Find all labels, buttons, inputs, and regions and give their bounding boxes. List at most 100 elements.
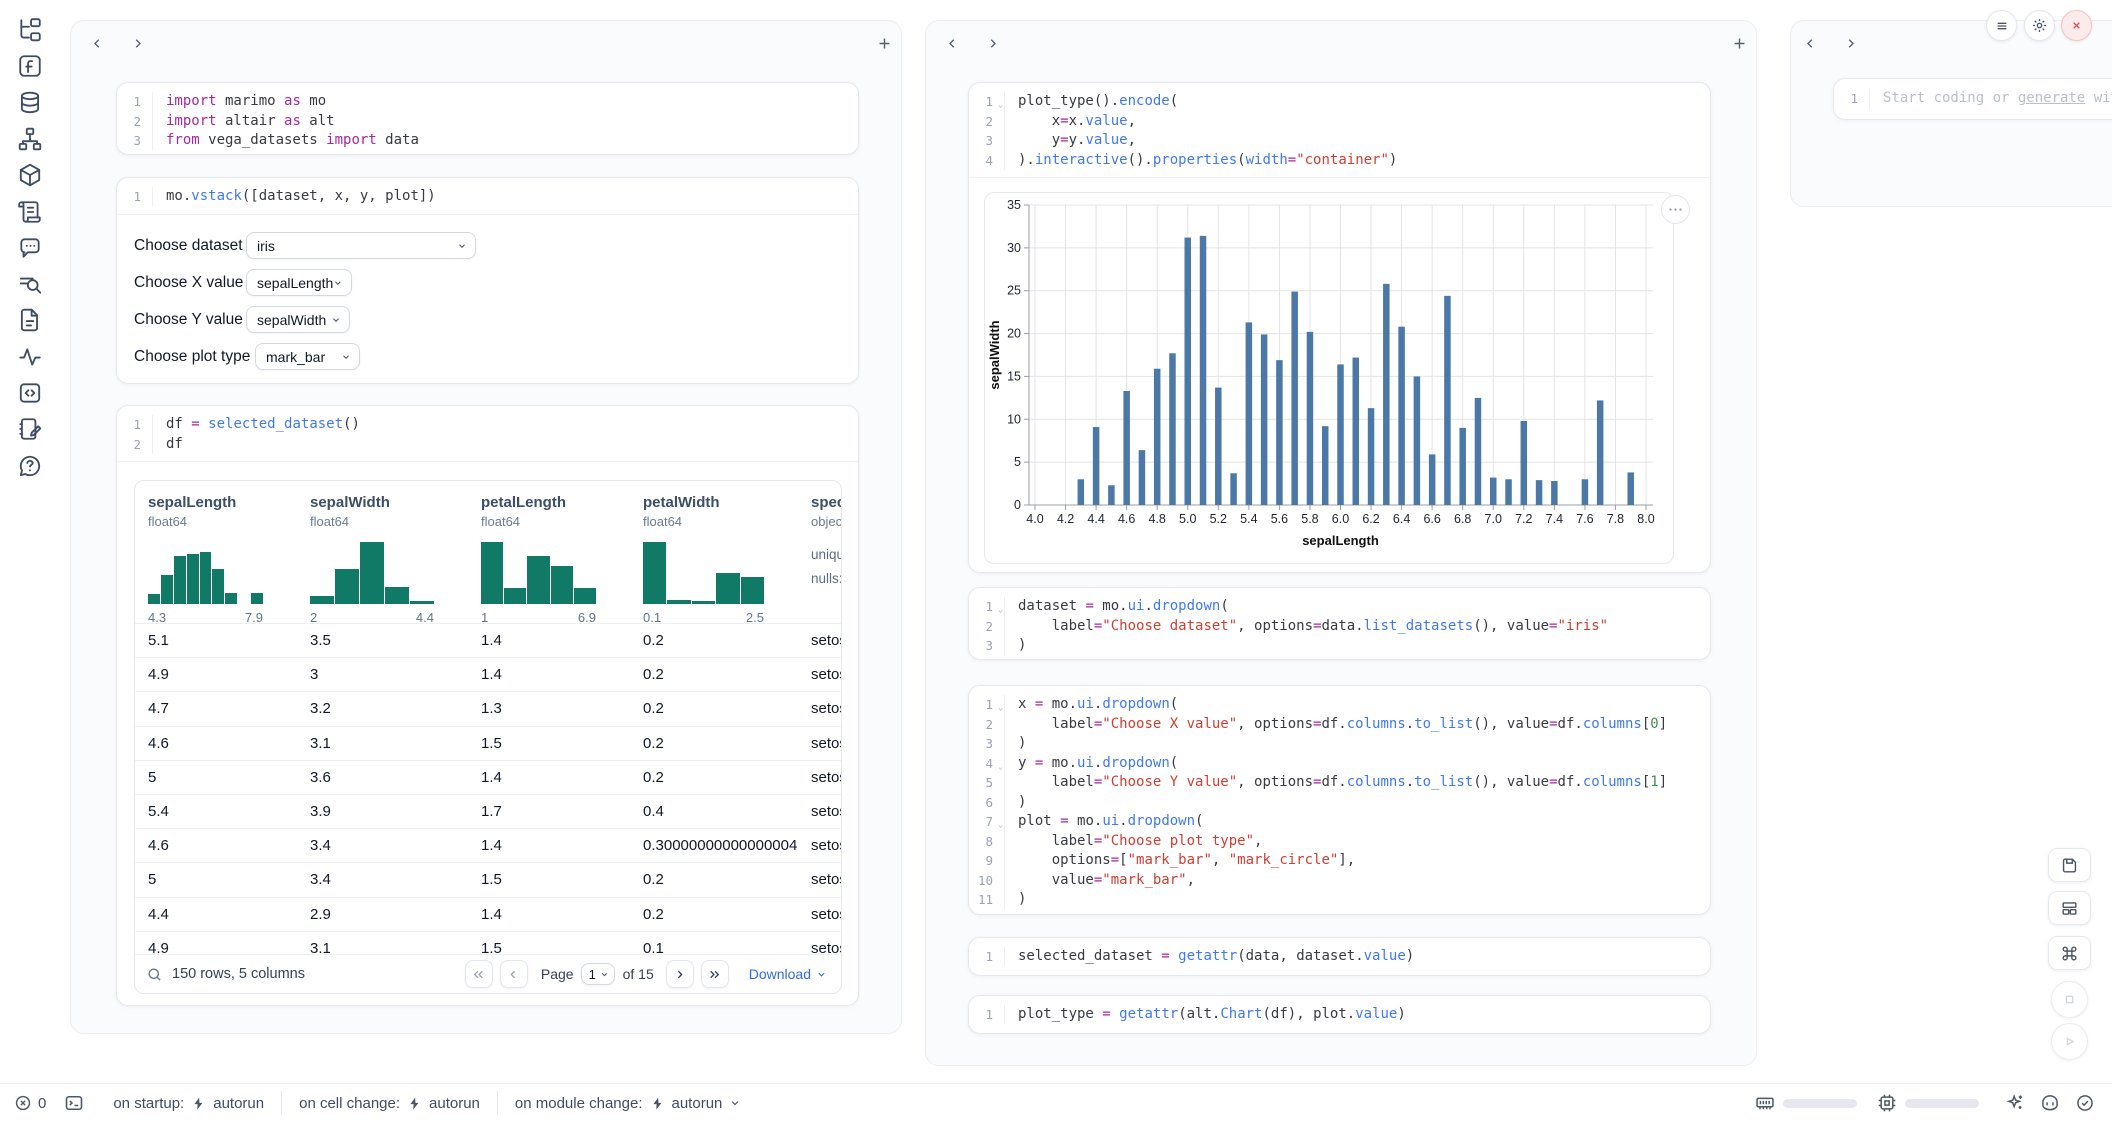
sidebar-item-scratchpad[interactable] — [17, 416, 43, 442]
code-line[interactable]: 11) — [969, 890, 1710, 910]
column1-add-cell-button[interactable] — [876, 35, 893, 52]
code-line[interactable]: 1selected_dataset = getattr(data, datase… — [969, 947, 1710, 967]
dropdown-select[interactable]: sepalLength — [246, 269, 352, 296]
code-line[interactable]: 4⌄y = mo.ui.dropdown( — [969, 754, 1710, 774]
cell-dataset-dropdown[interactable]: 1⌄dataset = mo.ui.dropdown(2 label="Choo… — [968, 587, 1711, 660]
ai-assistant-button[interactable] — [2005, 1093, 2025, 1113]
code-line[interactable]: 2df — [117, 435, 858, 455]
sidebar-item-documentation[interactable] — [17, 307, 43, 333]
table-row[interactable]: 4.931.40.2setosa — [135, 657, 841, 691]
table-row[interactable]: 4.73.21.30.2setosa — [135, 691, 841, 725]
cell-selected-dataset[interactable]: 1selected_dataset = getattr(data, datase… — [968, 937, 1711, 976]
sidebar-item-dependency-graph[interactable] — [17, 126, 43, 152]
column-name[interactable]: petalLength — [481, 481, 630, 511]
code-editor[interactable]: 1⌄dataset = mo.ui.dropdown(2 label="Choo… — [969, 588, 1710, 663]
code-editor[interactable]: 1mo.vstack([dataset, x, y, plot]) — [117, 178, 858, 215]
dropdown-select[interactable]: iris — [246, 232, 476, 259]
sidebar-item-datasources[interactable] — [17, 90, 43, 116]
keyboard-shortcuts-button[interactable] — [2048, 936, 2091, 970]
cell-vstack[interactable]: 1mo.vstack([dataset, x, y, plot]) Choose… — [116, 177, 859, 384]
column1-next-button[interactable] — [130, 36, 145, 51]
terminal-button[interactable] — [64, 1093, 84, 1113]
cell-xyplot-dropdowns[interactable]: 1⌄x = mo.ui.dropdown(2 label="Choose X v… — [968, 685, 1711, 915]
stop-all-button[interactable] — [2051, 981, 2088, 1018]
code-line[interactable]: 1plot_type = getattr(alt.Chart(df), plot… — [969, 1005, 1710, 1025]
table-row[interactable]: 4.42.91.40.2setosa — [135, 897, 841, 931]
code-editor[interactable]: 1plot_type = getattr(alt.Chart(df), plot… — [969, 996, 1710, 1033]
code-editor[interactable]: 1⌄plot_type().encode(2 x=x.value,3 y=y.v… — [969, 83, 1710, 178]
cell-dataframe[interactable]: 1df = selected_dataset()2df sepalLengthf… — [116, 405, 859, 1006]
code-line[interactable]: 1df = selected_dataset() — [117, 415, 858, 435]
code-placeholder[interactable]: Start coding or generate with AI — [1870, 89, 2112, 109]
shutdown-button[interactable] — [2061, 10, 2092, 41]
table-row[interactable]: 5.43.91.70.4setosa — [135, 794, 841, 828]
code-line[interactable]: 3) — [969, 734, 1710, 754]
altair-chart-output[interactable]: 4.04.24.44.64.85.05.25.45.65.86.06.26.46… — [984, 192, 1674, 564]
table-row[interactable]: 4.63.11.50.2setosa — [135, 726, 841, 760]
column3-prev-button[interactable] — [1803, 36, 1818, 51]
layout-button[interactable] — [2048, 891, 2091, 925]
dropdown-select[interactable]: mark_bar — [255, 343, 360, 370]
page-select[interactable]: 1 — [581, 963, 615, 985]
cell-new-empty[interactable]: 1 Start coding or generate with AI — [1833, 78, 2112, 120]
notebook-menu-button[interactable] — [1986, 10, 2017, 41]
last-page-button[interactable] — [701, 960, 729, 988]
code-line[interactable]: 1⌄plot_type().encode( — [969, 92, 1710, 112]
column2-add-cell-button[interactable] — [1731, 35, 1748, 52]
column-name[interactable]: species — [811, 481, 842, 511]
first-page-button[interactable] — [465, 960, 493, 988]
next-page-button[interactable] — [666, 960, 694, 988]
code-line[interactable]: 9 options=["mark_bar", "mark_circle"], — [969, 851, 1710, 871]
generate-with-ai-link[interactable]: generate — [2018, 90, 2085, 106]
connection-status-button[interactable] — [2075, 1093, 2095, 1113]
code-line[interactable]: 2 label="Choose dataset", options=data.l… — [969, 617, 1710, 637]
code-line[interactable]: 6) — [969, 793, 1710, 813]
column2-prev-button[interactable] — [945, 36, 960, 51]
code-line[interactable]: 7⌄plot = mo.ui.dropdown( — [969, 812, 1710, 832]
column-name[interactable]: sepalWidth — [310, 481, 468, 511]
run-all-button[interactable] — [2051, 1023, 2088, 1060]
code-line[interactable]: 1import marimo as mo — [117, 92, 858, 112]
download-button[interactable]: Download — [749, 966, 827, 982]
sidebar-item-variables[interactable] — [17, 53, 43, 79]
cell-imports[interactable]: 1import marimo as mo2import altair as al… — [116, 82, 859, 155]
column2-next-button[interactable] — [985, 36, 1000, 51]
autorun-segment[interactable]: on cell change:autorun — [281, 1091, 497, 1115]
sidebar-item-scratchpad-search[interactable] — [17, 271, 43, 297]
code-line[interactable]: 2 x=x.value, — [969, 112, 1710, 132]
sidebar-item-ai-chat[interactable] — [17, 235, 43, 261]
column-name[interactable]: sepalLength — [148, 481, 297, 511]
code-line[interactable]: 4).interactive().properties(width="conta… — [969, 151, 1710, 171]
search-icon[interactable] — [146, 966, 163, 983]
code-line[interactable]: 8 label="Choose plot type", — [969, 832, 1710, 852]
sidebar-item-tracing[interactable] — [17, 344, 43, 370]
copilot-button[interactable] — [2040, 1093, 2060, 1113]
code-line[interactable]: 1⌄dataset = mo.ui.dropdown( — [969, 597, 1710, 617]
dropdown-select[interactable]: sepalWidth — [246, 306, 350, 333]
autorun-segment[interactable]: on startup:autorun — [96, 1091, 281, 1115]
prev-page-button[interactable] — [500, 960, 528, 988]
sidebar-item-logs[interactable] — [17, 199, 43, 225]
sidebar-item-file-explorer[interactable] — [17, 17, 43, 43]
code-editor[interactable]: 1df = selected_dataset()2df — [117, 406, 858, 462]
table-row[interactable]: 53.41.50.2setosa — [135, 862, 841, 896]
column-name[interactable]: petalWidth — [643, 481, 798, 511]
save-button[interactable] — [2048, 848, 2091, 882]
column1-prev-button[interactable] — [90, 36, 105, 51]
code-line[interactable]: 10 value="mark_bar", — [969, 871, 1710, 891]
code-line[interactable]: 5 label="Choose Y value", options=df.col… — [969, 773, 1710, 793]
settings-button[interactable] — [2024, 10, 2055, 41]
code-editor[interactable]: 1import marimo as mo2import altair as al… — [117, 83, 858, 158]
sidebar-item-snippets[interactable] — [17, 380, 43, 406]
sidebar-item-help[interactable] — [17, 453, 43, 479]
code-line[interactable]: 1mo.vstack([dataset, x, y, plot]) — [117, 187, 858, 207]
code-editor[interactable]: 1selected_dataset = getattr(data, datase… — [969, 938, 1710, 975]
table-row[interactable]: 5.13.51.40.2setosa — [135, 623, 841, 657]
code-line[interactable]: 1⌄x = mo.ui.dropdown( — [969, 695, 1710, 715]
code-line[interactable]: 2import altair as alt — [117, 112, 858, 132]
error-indicator[interactable]: 0 — [14, 1094, 46, 1112]
chart-menu-button[interactable] — [1661, 195, 1690, 224]
autorun-segment[interactable]: on module change:autorun — [497, 1091, 758, 1115]
code-line[interactable]: 3 y=y.value, — [969, 131, 1710, 151]
cell-plot-type[interactable]: 1plot_type = getattr(alt.Chart(df), plot… — [968, 995, 1711, 1034]
